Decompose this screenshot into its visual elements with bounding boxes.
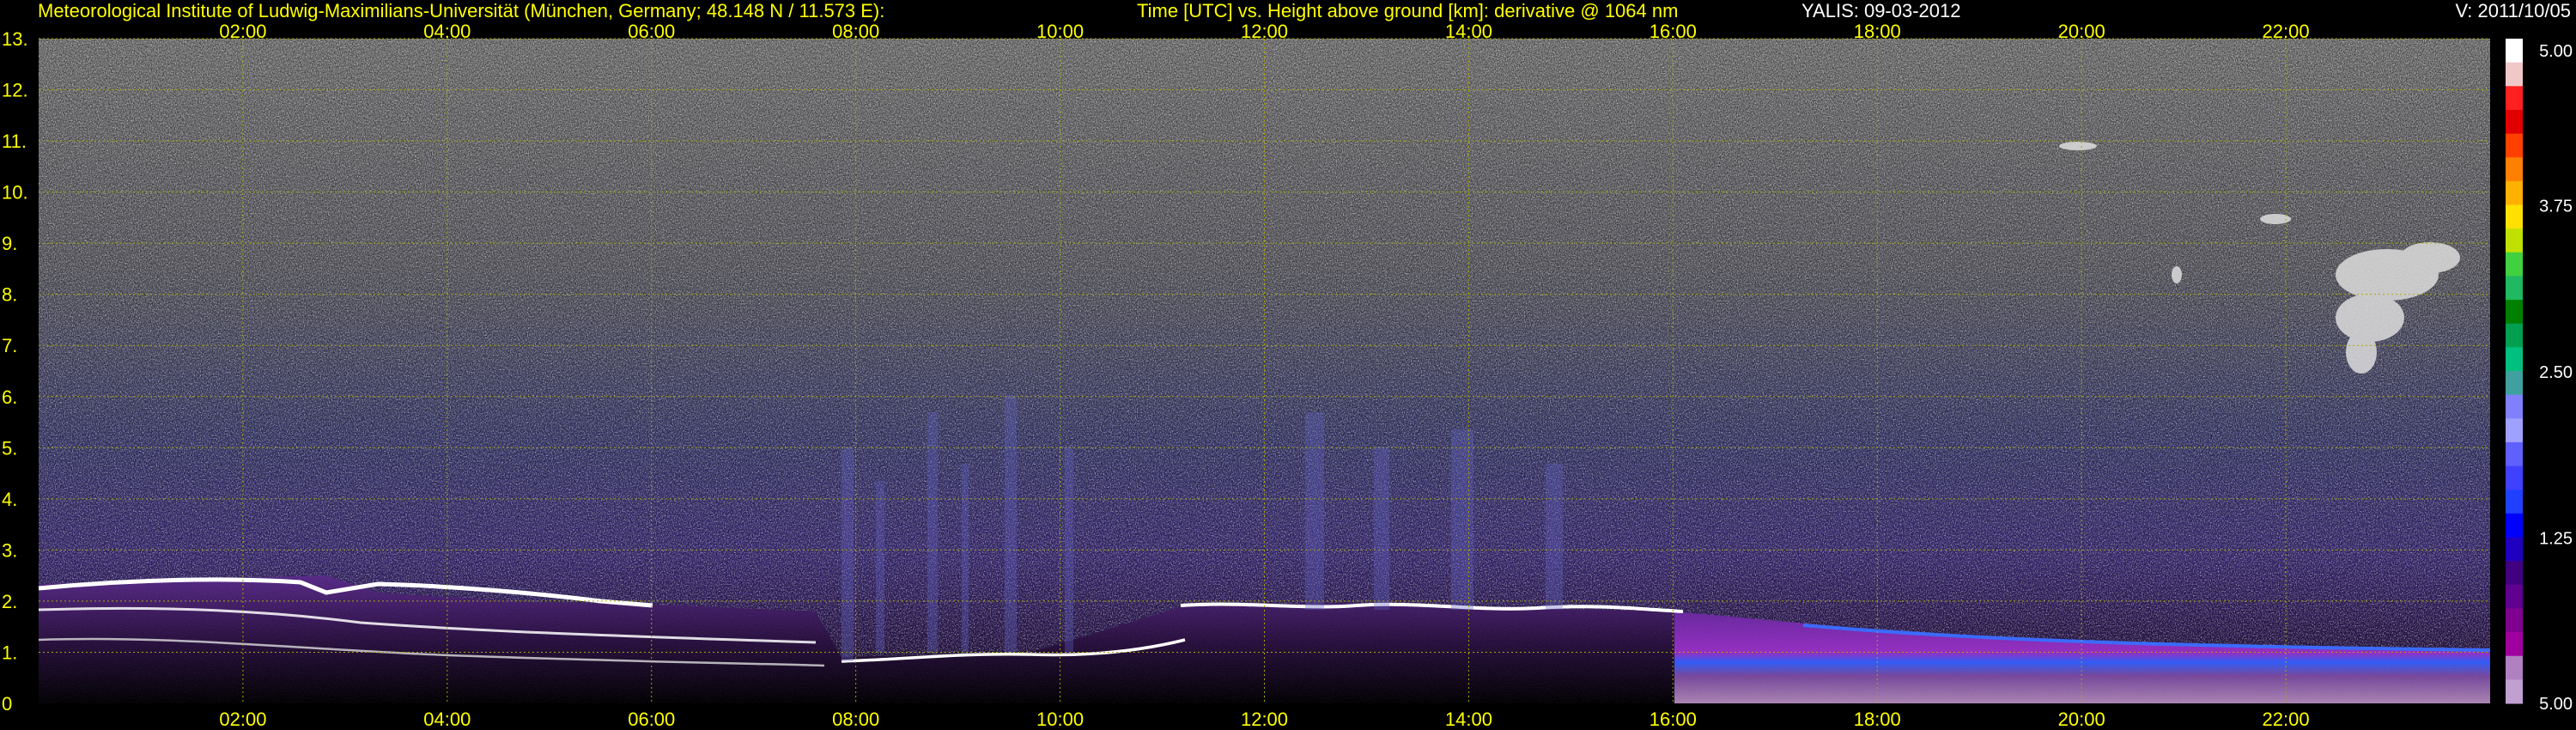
colorbar-swatch [2506,513,2523,538]
colorbar-swatch [2506,252,2523,277]
y-tick-label: 2. [2,591,17,612]
x-tick-label-bottom: 22:00 [2263,709,2310,730]
x-tick-label-top: 12:00 [1241,21,1288,42]
colorbar-swatch [2506,180,2523,205]
y-tick-label: 9. [2,233,17,254]
colorbar-swatch [2506,394,2523,419]
x-tick-label-top: 14:00 [1445,21,1492,42]
colorbar-swatch [2506,109,2523,135]
colorbar-swatch [2506,204,2523,229]
x-tick-label-bottom: 08:00 [832,709,879,730]
x-tick-label-top: 16:00 [1649,21,1697,42]
y-tick-label: 8. [2,284,17,306]
colorbar [2506,39,2523,704]
x-tick-label-top: 18:00 [1854,21,1901,42]
y-tick-label: 1. [2,642,17,663]
colorbar-swatch [2506,632,2523,657]
colorbar-tick-label: 3.75 [2539,198,2573,216]
colorbar-swatch [2506,39,2523,64]
x-tick-label-top: 20:00 [2058,21,2105,42]
colorbar-swatch [2506,441,2523,467]
x-tick-label-top: 06:00 [628,21,675,42]
x-tick-label-top: 08:00 [832,21,879,42]
colorbar-swatch [2506,490,2523,514]
institute-label: Meteorological Institute of Ludwig-Maxim… [38,0,885,21]
colorbar-swatch [2506,561,2523,586]
colorbar-swatch [2506,418,2523,443]
colorbar-swatch [2506,276,2523,301]
y-tick-label: 3. [2,539,17,561]
colorbar-swatch [2506,228,2523,253]
y-tick-label: 11. [2,131,27,152]
x-tick-label-bottom: 06:00 [628,709,675,730]
colorbar-swatch [2506,371,2523,396]
axis-title: Time [UTC] vs. Height above ground [km]:… [1137,0,1679,21]
colorbar-tick-label: 5.00 [2539,695,2573,714]
colorbar-swatch [2506,347,2523,372]
colorbar-swatch [2506,133,2523,158]
x-tick-label-bottom: 02:00 [219,709,266,730]
x-tick-label-bottom: 18:00 [1854,709,1901,730]
x-tick-labels-bottom: 02:00 04:00 06:00 08:00 10:00 12:00 14:00 16:00… [219,709,2309,730]
colorbar-tick-label: 5.00 [2539,42,2573,61]
y-tick-label: 4. [2,489,17,510]
colorbar-swatch [2506,608,2523,633]
instrument-label: YALIS: 09-03-2012 [1801,0,1961,21]
x-tick-label-top: 22:00 [2263,21,2310,42]
colorbar-swatch [2506,157,2523,182]
version-label: V: 2011/10/05 [2455,0,2571,21]
x-tick-label-bottom: 12:00 [1241,709,1288,730]
colorbar-swatch [2506,465,2523,490]
colorbar-swatch [2506,679,2523,704]
colorbar-swatch [2506,62,2523,87]
x-tick-label-bottom: 20:00 [2058,709,2105,730]
x-tick-label-top: 10:00 [1036,21,1084,42]
y-tick-label: 12. [2,80,28,101]
y-tick-labels: 0 1. 2. 3. 4. 5. 6. 7. 8. 9. 10. 11. 12. 13. [2,28,28,715]
x-tick-label-bottom: 16:00 [1649,709,1697,730]
x-tick-label-top: 04:00 [423,21,471,42]
colorbar-swatch [2506,584,2523,609]
colorbar-swatch [2506,537,2523,562]
y-tick-label: 10. [2,182,28,204]
lidar-chart: 02:00 04:00 06:00 08:00 10:00 12:00 14:00 16:00… [2,21,2573,730]
y-tick-label: 6. [2,386,17,408]
x-tick-label-top: 02:00 [219,21,266,42]
colorbar-tick-label: 1.25 [2539,530,2573,549]
colorbar-swatch [2506,655,2523,680]
y-tick-label: 13. [2,28,28,50]
colorbar-swatch [2506,86,2523,111]
x-tick-label-bottom: 04:00 [423,709,471,730]
x-tick-label-bottom: 10:00 [1036,709,1084,730]
colorbar-tick-label: 2.50 [2539,363,2573,382]
y-tick-label: 5. [2,437,17,459]
colorbar-swatch [2506,323,2523,348]
colorbar-swatch [2506,300,2523,325]
x-tick-label-bottom: 14:00 [1445,709,1492,730]
y-tick-label: 7. [2,335,17,356]
colorbar-labels: 5.00 3.75 2.50 1.25 5.00 [2539,42,2573,714]
y-tick-label: 0 [2,693,12,715]
